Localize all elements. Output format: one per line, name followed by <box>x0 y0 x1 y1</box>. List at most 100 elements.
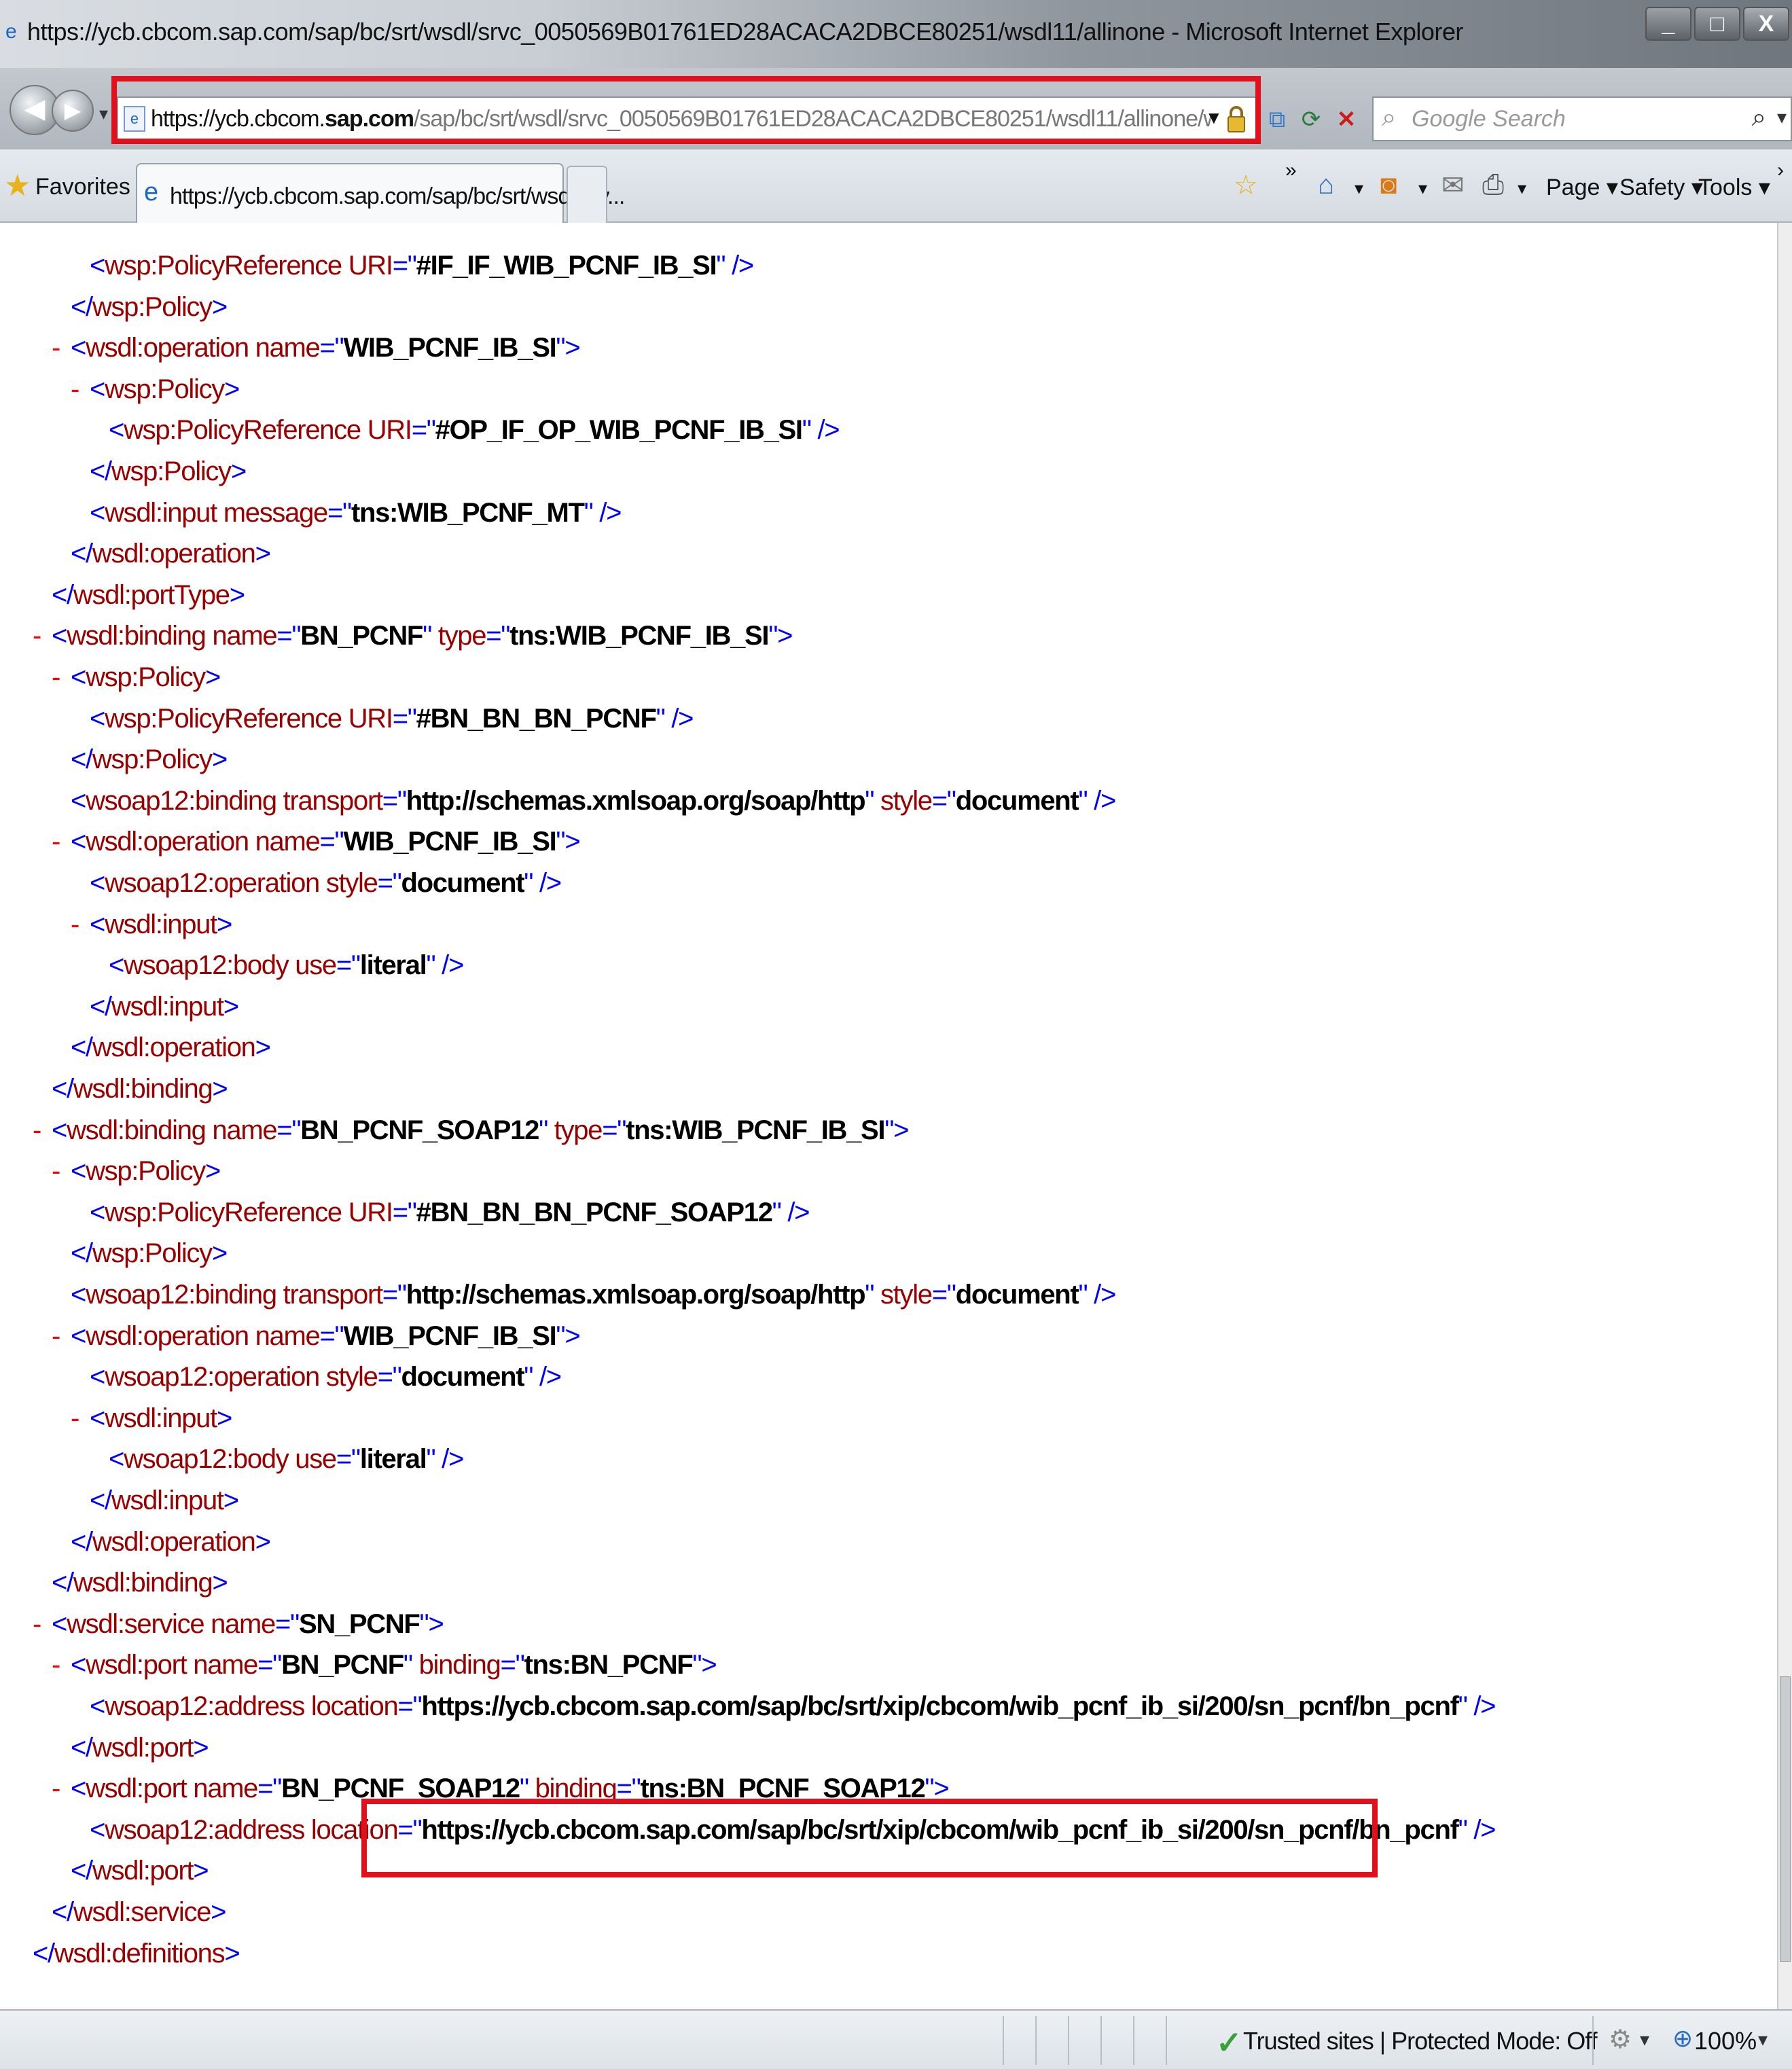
xml-token: transport <box>283 1280 383 1310</box>
xml-token: =" <box>382 785 407 816</box>
collapse-toggle[interactable]: - <box>33 1113 41 1147</box>
recent-pages-dropdown[interactable]: ▾ <box>99 103 108 124</box>
add-favorite-icon[interactable]: ☆ <box>1234 170 1258 201</box>
xml-token: name <box>211 1608 276 1639</box>
collapse-toggle[interactable]: - <box>52 825 60 859</box>
xml-token: < <box>90 868 105 898</box>
xml-token: < <box>109 1444 124 1475</box>
protected-mode-dropdown[interactable]: ▾ <box>1640 2028 1649 2051</box>
xml-token: tns:WIB_PCNF_MT <box>351 497 585 528</box>
collapse-toggle[interactable]: - <box>71 907 79 941</box>
xml-token: =" <box>319 333 344 363</box>
home-icon[interactable]: ⌂ <box>1318 170 1334 200</box>
xml-token: wsdl:input <box>111 991 224 1022</box>
home-dropdown[interactable]: ▾ <box>1355 178 1363 199</box>
xml-token: wsp:Policy <box>86 662 206 692</box>
protected-mode-icon[interactable]: ⚙ <box>1609 2024 1632 2055</box>
collapse-toggle[interactable]: - <box>71 372 79 406</box>
zoom-dropdown[interactable]: ▾ <box>1758 2028 1768 2051</box>
xml-token: http://schemas.xmlsoap.org/soap/http <box>406 1280 866 1310</box>
search-options-dropdown[interactable]: ▾ <box>1777 106 1787 128</box>
favorites-bar: ★ Favorites e https://ycb.cbcom.sap.com/… <box>0 149 1792 223</box>
close-button[interactable]: X <box>1743 7 1789 41</box>
compatibility-view-icon[interactable]: ⧉ <box>1264 105 1291 134</box>
xml-token: wsp:Policy <box>111 456 232 486</box>
feeds-icon[interactable]: ◙ <box>1380 170 1397 200</box>
security-zone-status[interactable]: Trusted sites | Protected Mode: Off <box>1243 2027 1598 2055</box>
toolbar-overflow-chevron[interactable]: » <box>1285 159 1297 182</box>
xml-line: </wsp:Policy> <box>71 742 228 776</box>
read-mail-icon[interactable]: ✉ <box>1441 170 1465 201</box>
refresh-icon[interactable]: ⟳ <box>1297 105 1325 134</box>
xml-line: <wsp:PolicyReference URI="#BN_BN_BN_PCNF… <box>90 702 694 736</box>
xml-token: =" <box>319 827 344 857</box>
xml-token: < <box>90 374 105 404</box>
collapse-toggle[interactable]: - <box>52 1648 60 1682</box>
zoom-icon[interactable]: ⊕ <box>1672 2024 1693 2053</box>
xml-token: "> <box>884 1115 909 1145</box>
xml-token: </ <box>71 1526 93 1557</box>
xml-token: =" <box>377 868 402 898</box>
forward-arrow-icon: ▶ <box>64 98 82 122</box>
search-icon[interactable]: ⌕ <box>1752 103 1766 132</box>
xml-token: > <box>224 374 240 404</box>
xml-token: < <box>71 333 86 363</box>
xml-line: <wsdl:input message="tns:WIB_PCNF_MT" /> <box>90 496 622 530</box>
xml-token: wsoap12:operation <box>105 868 326 898</box>
xml-token: style <box>880 785 933 816</box>
maximize-button[interactable]: □ <box>1694 7 1740 41</box>
xml-token: =" <box>257 1650 282 1680</box>
vertical-scrollbar[interactable] <box>1777 223 1792 2009</box>
xml-token: SN_PCNF <box>298 1608 420 1639</box>
xml-token: document <box>955 785 1079 816</box>
print-icon[interactable]: ⎙ <box>1482 170 1504 200</box>
xml-token: BN_PCNF <box>300 621 423 651</box>
xml-token: > <box>212 1568 228 1598</box>
xml-token: < <box>71 827 86 857</box>
xml-line: </wsdl:port> <box>71 1854 209 1888</box>
xml-token: URI <box>348 1197 393 1227</box>
toolbar-more-chevron[interactable]: › <box>1777 159 1784 182</box>
search-box[interactable]: ⌕ Google Search ⌕ ▾ <box>1372 96 1792 141</box>
feeds-dropdown[interactable]: ▾ <box>1418 178 1427 199</box>
xml-token: < <box>71 1650 86 1680</box>
xml-token: " <box>403 1650 419 1680</box>
collapse-toggle[interactable]: - <box>33 619 41 653</box>
stop-icon[interactable]: ✕ <box>1333 105 1360 134</box>
print-dropdown[interactable]: ▾ <box>1518 178 1526 199</box>
collapse-toggle[interactable]: - <box>52 1319 60 1353</box>
xml-token: < <box>71 1320 86 1351</box>
collapse-toggle[interactable]: - <box>52 331 60 365</box>
scrollbar-thumb[interactable] <box>1780 1676 1791 1962</box>
tools-menu[interactable]: Tools ▾ <box>1698 174 1770 201</box>
xml-token: BN_PCNF <box>281 1650 404 1680</box>
favorites-star-icon[interactable]: ★ <box>4 168 31 203</box>
forward-button[interactable]: ▶ <box>52 90 94 132</box>
minimize-button[interactable]: _ <box>1645 7 1691 41</box>
collapse-toggle[interactable]: - <box>52 660 60 694</box>
xml-token: "> <box>419 1608 444 1639</box>
collapse-toggle[interactable]: - <box>33 1607 41 1641</box>
page-menu[interactable]: Page ▾ <box>1546 174 1618 201</box>
xml-token: < <box>71 1156 86 1187</box>
collapse-toggle[interactable]: - <box>52 1154 60 1188</box>
xml-token: < <box>90 1197 105 1227</box>
favorites-button[interactable]: Favorites <box>35 174 130 200</box>
new-tab-button[interactable] <box>567 166 607 223</box>
xml-line: - <wsdl:binding name="BN_PCNF" type="tns… <box>33 619 793 653</box>
xml-line: <wsoap12:binding transport="http://schem… <box>71 784 1116 818</box>
collapse-toggle[interactable]: - <box>71 1401 79 1435</box>
xml-line: </wsdl:binding> <box>52 1566 228 1600</box>
zoom-level[interactable]: 100% <box>1694 2027 1757 2055</box>
xml-line: </wsdl:service> <box>52 1895 226 1929</box>
xml-token: transport <box>283 785 383 816</box>
xml-token: =" <box>336 1444 361 1475</box>
collapse-toggle[interactable]: - <box>52 1771 60 1805</box>
xml-token: wsdl:operation <box>86 1320 255 1351</box>
tab-current[interactable]: e https://ycb.cbcom.sap.com/sap/bc/srt/w… <box>136 163 625 223</box>
xml-token: < <box>71 1774 86 1804</box>
xml-token: </ <box>90 991 112 1022</box>
safety-menu[interactable]: Safety ▾ <box>1619 174 1703 201</box>
xml-token: </ <box>71 1856 93 1886</box>
xml-line: </wsdl:portType> <box>52 578 245 612</box>
